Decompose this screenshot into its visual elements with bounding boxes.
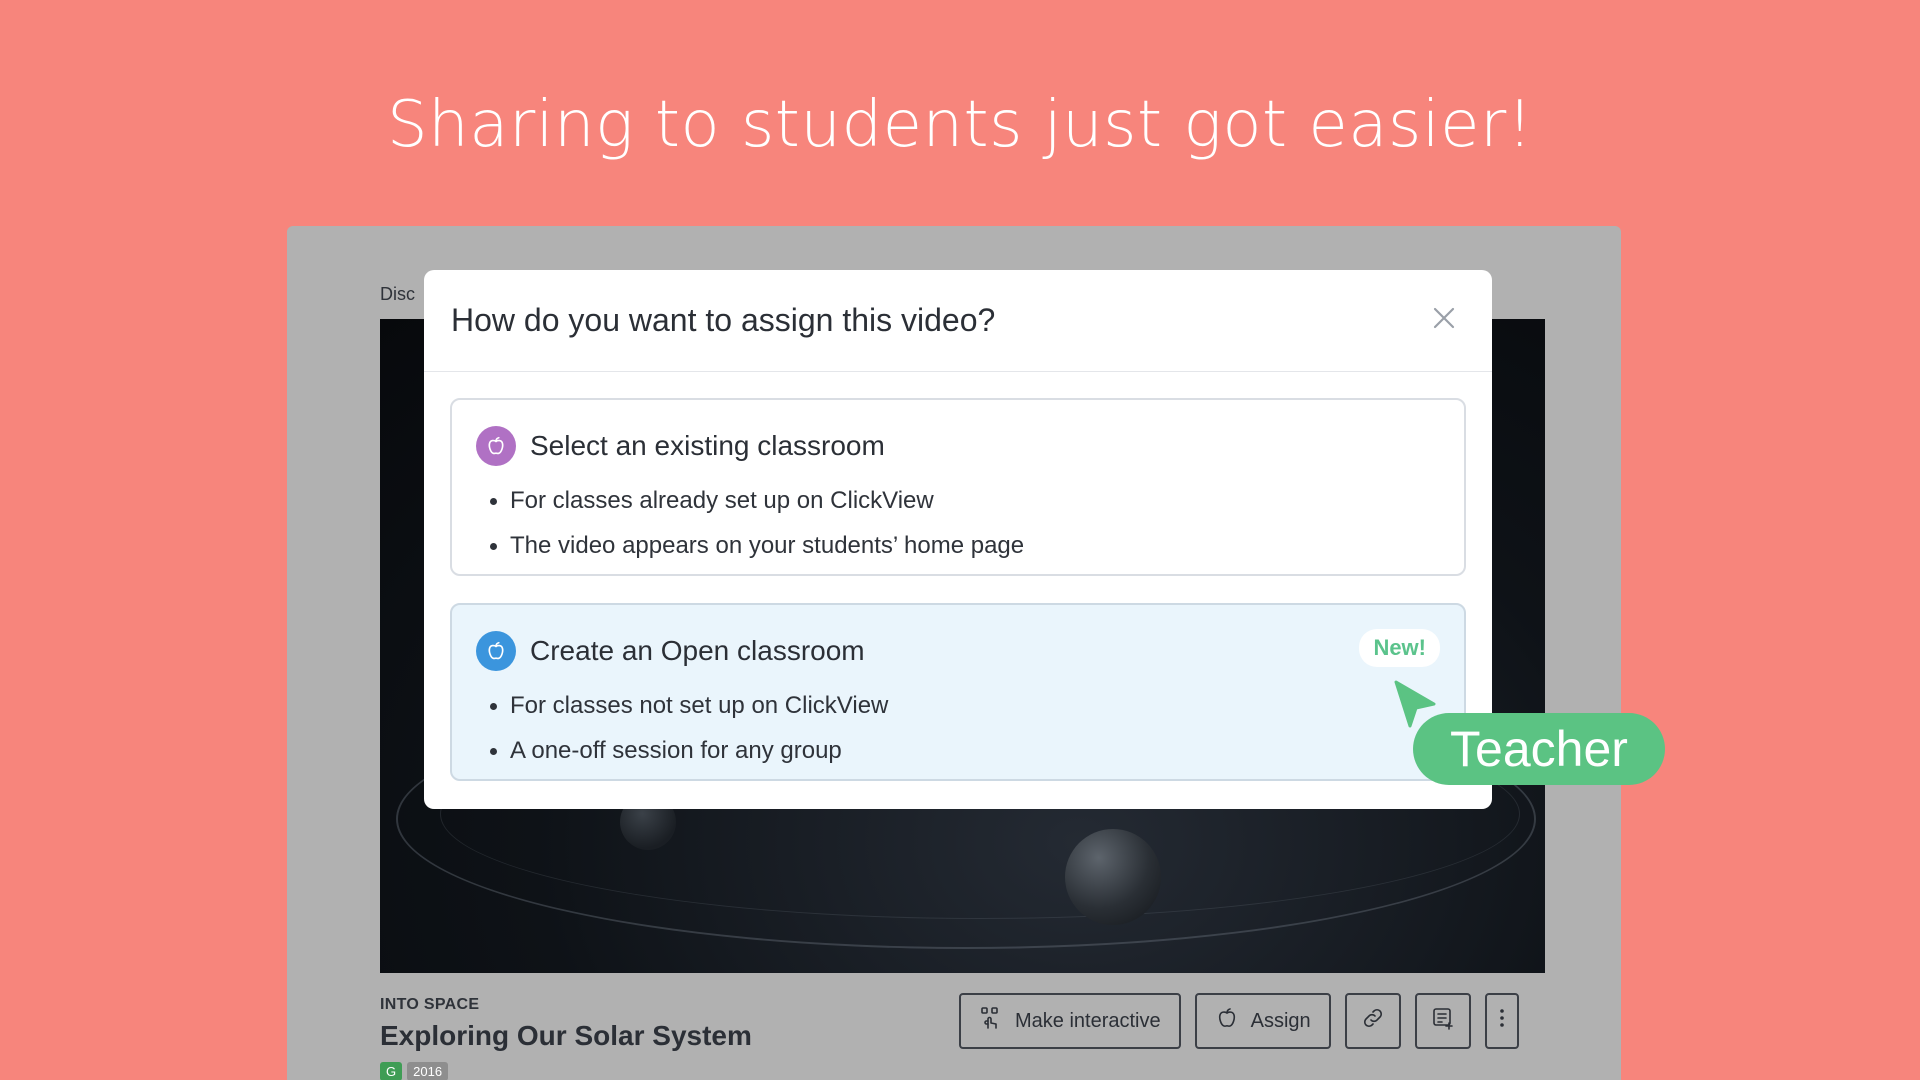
assign-modal: How do you want to assign this video? Se…: [424, 270, 1492, 809]
video-action-bar: Make interactive Assign: [959, 993, 1519, 1049]
option-bullets: For classes not set up on ClickView A on…: [489, 683, 888, 773]
assign-label: Assign: [1250, 1009, 1311, 1032]
series-label[interactable]: INTO SPACE: [380, 996, 752, 1014]
option-title: Create an Open classroom: [530, 635, 865, 666]
option-title: Select an existing classroom: [530, 430, 885, 461]
copy-link-button[interactable]: [1344, 993, 1401, 1049]
playlist-add-icon: [1431, 1006, 1455, 1036]
more-options-button[interactable]: [1484, 993, 1519, 1049]
close-button[interactable]: [1426, 303, 1462, 339]
make-interactive-button[interactable]: Make interactive: [959, 993, 1181, 1049]
rating-badge: G: [380, 1062, 403, 1080]
new-badge: New!: [1359, 629, 1440, 667]
modal-title: How do you want to assign this video?: [451, 302, 996, 338]
option-bullets: For classes already set up on ClickView …: [489, 478, 1024, 568]
apple-icon: [476, 426, 516, 466]
video-title: Exploring Our Solar System: [380, 1020, 752, 1051]
assign-button[interactable]: Assign: [1194, 993, 1331, 1049]
link-icon: [1361, 1006, 1385, 1036]
video-meta: INTO SPACE Exploring Our Solar System G …: [380, 996, 752, 1080]
option-existing-classroom[interactable]: Select an existing classroom For classes…: [450, 398, 1466, 576]
year-badge: 2016: [407, 1062, 449, 1080]
apple-icon: [1215, 1006, 1239, 1036]
option-head: Create an Open classroom: [476, 631, 865, 671]
close-icon: [1433, 307, 1455, 334]
add-to-playlist-button[interactable]: [1414, 993, 1471, 1049]
list-item: A one-off session for any group: [489, 728, 888, 773]
planet: [1065, 829, 1161, 925]
option-open-classroom[interactable]: Create an Open classroom New! For classe…: [450, 603, 1466, 781]
interactive-hand-icon: [979, 1006, 1003, 1036]
option-head: Select an existing classroom: [476, 426, 885, 466]
make-interactive-label: Make interactive: [1015, 1009, 1161, 1032]
video-tags: G 2016: [380, 1062, 752, 1080]
list-item: The video appears on your students’ home…: [489, 523, 1024, 568]
teacher-cursor-label: Teacher: [1413, 713, 1665, 785]
modal-header: How do you want to assign this video?: [424, 270, 1492, 372]
apple-icon: [476, 631, 516, 671]
more-vertical-icon: [1490, 1006, 1514, 1036]
breadcrumb[interactable]: Disc: [380, 284, 415, 305]
headline: Sharing to students just got easier!: [387, 88, 1533, 162]
list-item: For classes not set up on ClickView: [489, 683, 888, 728]
list-item: For classes already set up on ClickView: [489, 478, 1024, 523]
